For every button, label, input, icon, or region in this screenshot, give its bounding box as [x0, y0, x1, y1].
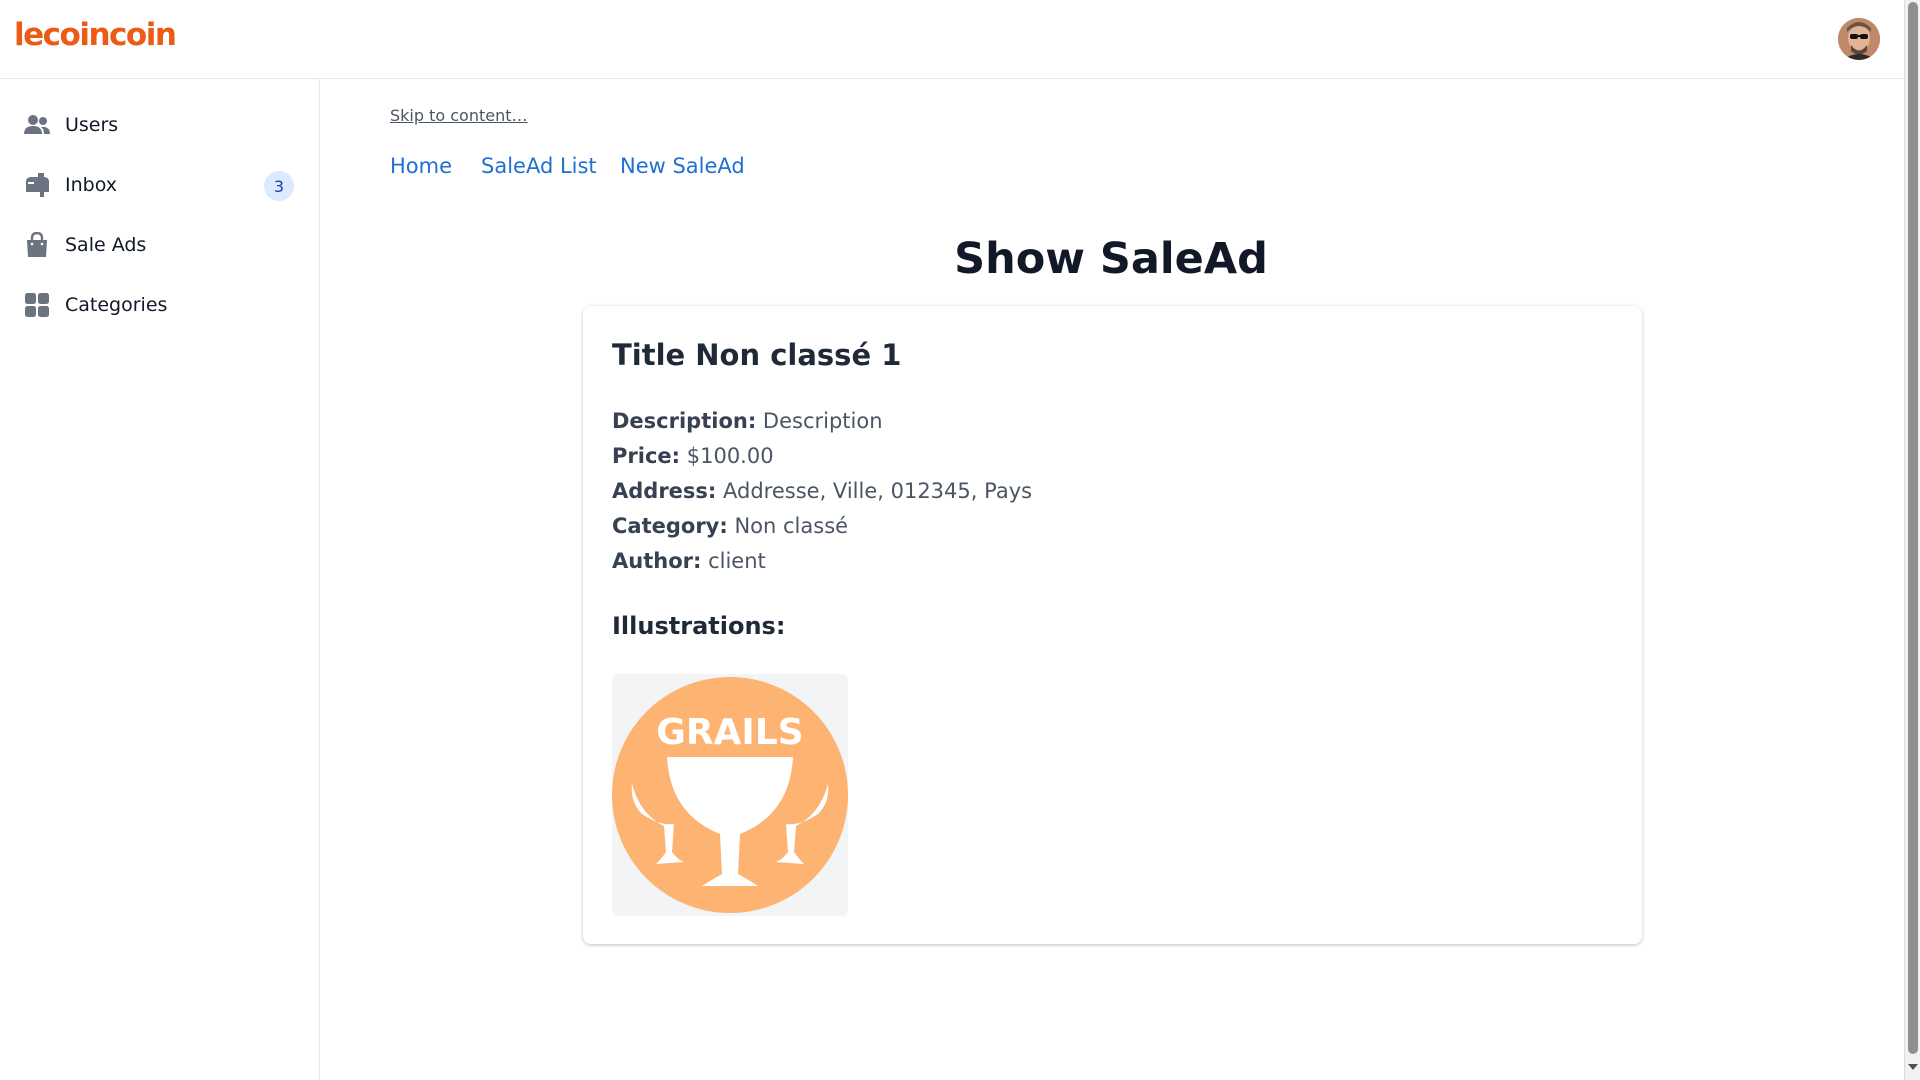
field-key: Description:	[612, 409, 757, 433]
field-value: $100.00	[686, 444, 774, 468]
sidebar-item-inbox[interactable]: Inbox 3	[12, 161, 294, 209]
grid-icon	[24, 292, 50, 318]
illustration-image[interactable]: GRAILS	[612, 674, 848, 916]
app-logo[interactable]: lecoincoin	[14, 17, 177, 53]
page-title: Show SaleAd	[954, 234, 1268, 284]
grails-logo-text: GRAILS	[656, 712, 803, 753]
sidebar-item-label: Inbox	[65, 174, 117, 196]
sidebar-item-label: Sale Ads	[65, 234, 147, 256]
sidebar-item-label: Categories	[65, 294, 168, 316]
field-value: Addresse, Ville, 012345, Pays	[723, 479, 1033, 503]
shopping-bag-icon	[24, 232, 50, 258]
field-author: Author: client	[612, 549, 766, 573]
illustrations-heading: Illustrations:	[612, 612, 786, 640]
field-value: Description	[762, 409, 883, 433]
skip-to-content-link[interactable]: Skip to content…	[390, 106, 528, 125]
mailbox-icon	[24, 172, 50, 198]
sidebar-item-users[interactable]: Users	[12, 101, 294, 149]
field-address: Address: Addresse, Ville, 012345, Pays	[612, 479, 1032, 503]
salead-detail-card: Title Non classé 1 Description: Descript…	[583, 306, 1642, 944]
nav-link-salead-list[interactable]: SaleAd List	[481, 154, 597, 178]
scrollbar-thumb[interactable]	[1908, 2, 1918, 1054]
page-scrollbar[interactable]	[1904, 0, 1920, 1080]
field-description: Description: Description	[612, 409, 883, 433]
inbox-count-badge: 3	[264, 171, 294, 201]
field-key: Author:	[612, 549, 702, 573]
scroll-down-arrow-icon[interactable]	[1908, 1064, 1918, 1070]
sidebar: Users Inbox 3 Sale Ads Categories	[0, 79, 320, 1080]
sidebar-item-sale-ads[interactable]: Sale Ads	[12, 221, 294, 269]
sidebar-item-label: Users	[65, 114, 119, 136]
users-icon	[24, 112, 50, 138]
sidebar-item-categories[interactable]: Categories	[12, 281, 294, 329]
user-avatar[interactable]	[1838, 18, 1880, 60]
field-value: Non classé	[734, 514, 849, 538]
field-key: Address:	[612, 479, 717, 503]
field-category: Category: Non classé	[612, 514, 848, 538]
field-price: Price: $100.00	[612, 444, 774, 468]
field-key: Price:	[612, 444, 681, 468]
field-value: client	[708, 549, 766, 573]
field-key: Category:	[612, 514, 728, 538]
nav-link-new-salead[interactable]: New SaleAd	[620, 154, 745, 178]
salead-title: Title Non classé 1	[612, 338, 902, 372]
nav-link-home[interactable]: Home	[390, 154, 452, 178]
top-header: lecoincoin	[0, 0, 1904, 79]
